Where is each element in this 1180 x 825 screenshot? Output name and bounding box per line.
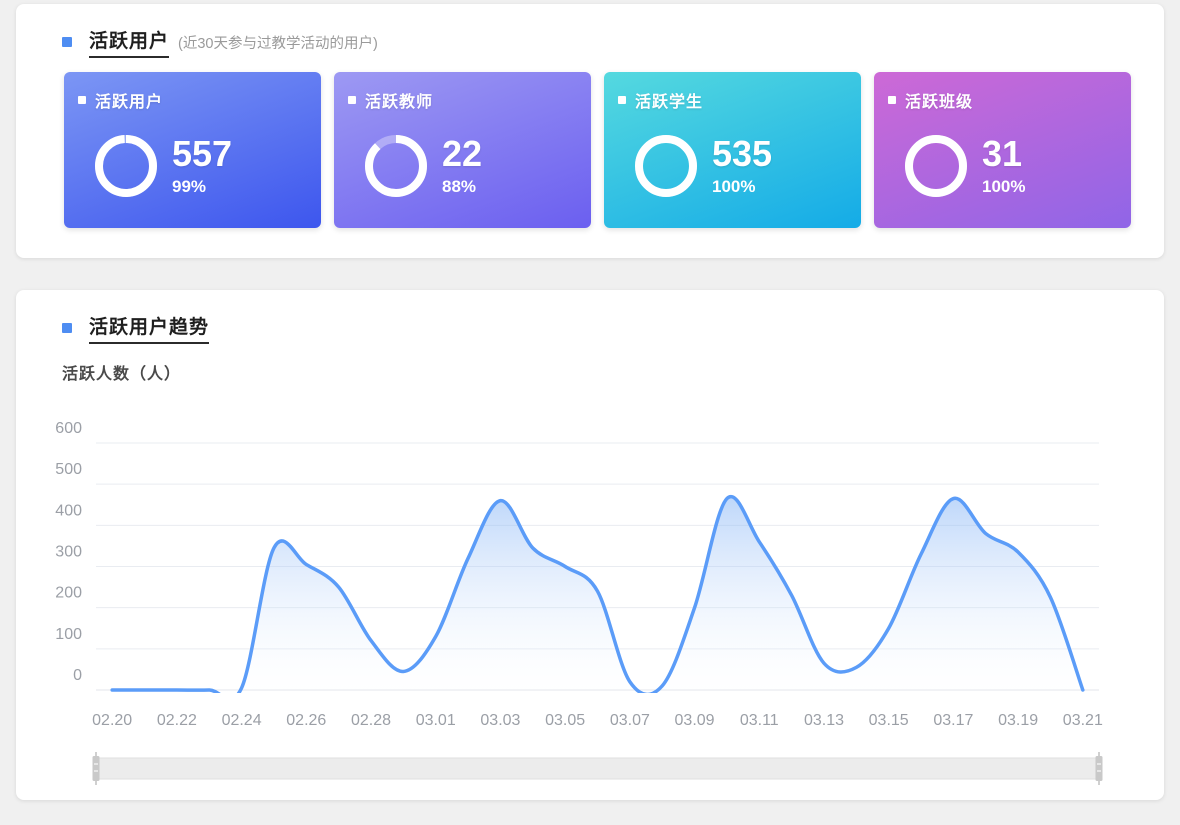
svg-text:03.01: 03.01 <box>416 712 456 729</box>
svg-text:02.26: 02.26 <box>286 712 326 729</box>
svg-text:02.24: 02.24 <box>222 712 262 729</box>
svg-text:02.28: 02.28 <box>351 712 391 729</box>
stat-card-active-students: 活跃学生 535 100% <box>604 72 861 228</box>
white-square-icon <box>618 96 626 104</box>
stat-card-active-teachers: 活跃教师 22 88% <box>334 72 591 228</box>
stat-card-active-users: 活跃用户 557 99% <box>64 72 321 228</box>
svg-text:02.22: 02.22 <box>157 712 197 729</box>
active-users-title: 活跃用户 <box>89 26 169 58</box>
svg-text:03.09: 03.09 <box>675 712 715 729</box>
stat-card-label: 活跃教师 <box>365 88 433 112</box>
stat-card-active-classes: 活跃班级 31 100% <box>874 72 1131 228</box>
active-users-panel: 活跃用户 (近30天参与过教学活动的用户) 活跃用户 557 99% <box>16 4 1164 258</box>
svg-text:300: 300 <box>55 544 82 561</box>
svg-text:03.05: 03.05 <box>545 712 585 729</box>
white-square-icon <box>888 96 896 104</box>
svg-text:0: 0 <box>73 667 82 684</box>
white-square-icon <box>78 96 86 104</box>
stat-value: 535 <box>712 136 772 172</box>
datazoom-slider[interactable] <box>93 752 1103 785</box>
datazoom-left-handle[interactable] <box>93 752 100 785</box>
svg-text:03.21: 03.21 <box>1063 712 1103 729</box>
stat-value: 22 <box>442 136 482 172</box>
stat-value: 31 <box>982 136 1025 172</box>
svg-text:500: 500 <box>55 461 82 478</box>
progress-ring <box>634 134 698 198</box>
progress-ring <box>94 134 158 198</box>
active-users-header: 活跃用户 (近30天参与过教学活动的用户) <box>62 26 378 58</box>
svg-text:400: 400 <box>55 502 82 519</box>
datazoom-track[interactable] <box>96 758 1099 779</box>
series-area <box>112 497 1083 699</box>
svg-text:03.11: 03.11 <box>740 712 779 729</box>
svg-text:03.03: 03.03 <box>480 712 520 729</box>
stat-percent: 88% <box>442 177 482 197</box>
stat-percent: 100% <box>712 177 772 197</box>
svg-text:03.15: 03.15 <box>869 712 909 729</box>
svg-text:03.17: 03.17 <box>933 712 973 729</box>
active-users-trend-panel: 活跃用户趋势 活跃人数（人） 010020030040050060002.200… <box>16 290 1164 800</box>
stat-percent: 100% <box>982 177 1025 197</box>
x-axis-labels: 02.20 02.22 02.24 02.26 02.28 03.01 03.03 03.05… <box>92 712 1103 729</box>
datazoom-right-handle[interactable] <box>1096 752 1103 785</box>
progress-ring <box>364 134 428 198</box>
svg-text:03.07: 03.07 <box>610 712 650 729</box>
progress-ring <box>904 134 968 198</box>
trend-chart-svg: 010020030040050060002.2002.2202.2402.260… <box>16 290 1164 800</box>
svg-text:03.13: 03.13 <box>804 712 844 729</box>
stat-cards-row: 活跃用户 557 99% 活跃教师 <box>64 72 1131 228</box>
stat-value: 557 <box>172 136 232 172</box>
svg-text:100: 100 <box>55 626 82 643</box>
svg-text:02.20: 02.20 <box>92 712 132 729</box>
stat-card-label: 活跃用户 <box>95 88 163 112</box>
svg-text:200: 200 <box>55 585 82 602</box>
stat-percent: 99% <box>172 177 232 197</box>
svg-text:03.19: 03.19 <box>998 712 1038 729</box>
blue-square-icon <box>62 37 72 47</box>
active-users-subtitle: (近30天参与过教学活动的用户) <box>178 32 378 53</box>
white-square-icon <box>348 96 356 104</box>
svg-text:600: 600 <box>55 420 82 437</box>
stat-card-label: 活跃学生 <box>635 88 703 112</box>
stat-card-label: 活跃班级 <box>905 88 973 112</box>
y-axis-labels: 0 100 200 300 400 500 600 <box>55 420 82 684</box>
